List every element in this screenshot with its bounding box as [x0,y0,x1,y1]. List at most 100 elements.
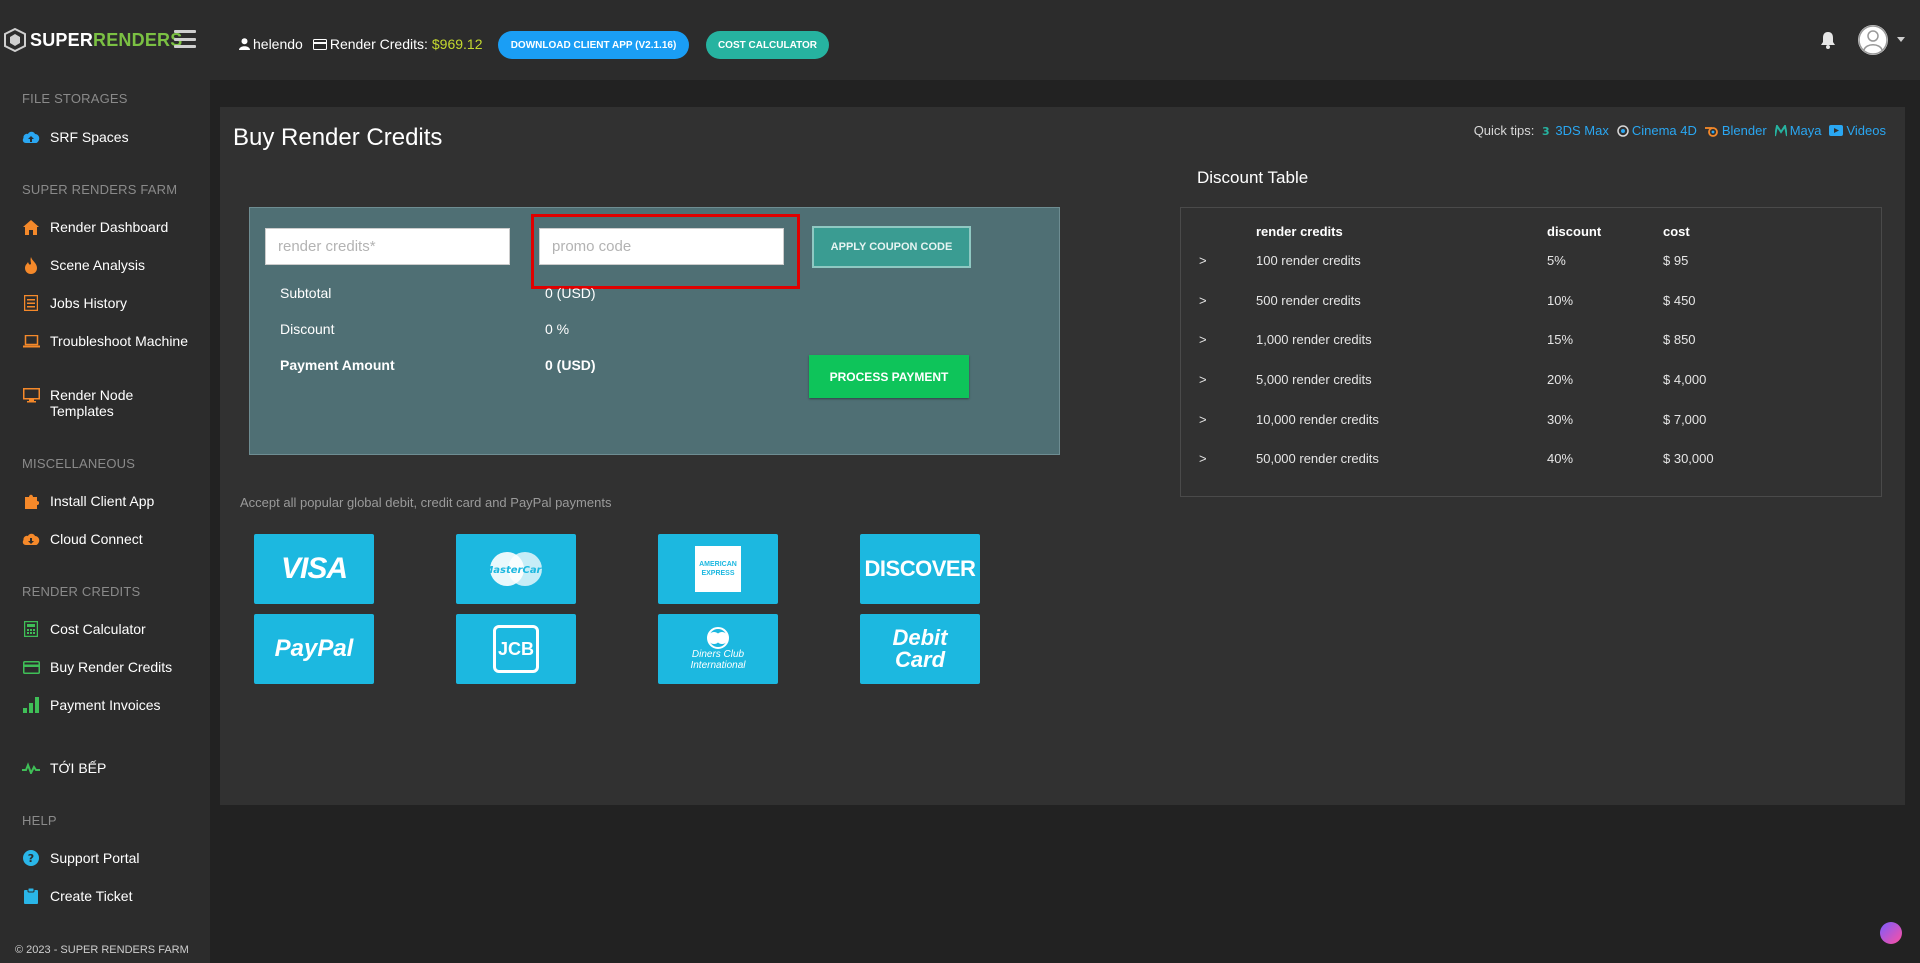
row-credits: 50,000 render credits [1256,451,1379,466]
blender-icon [1704,126,1718,137]
sidebar: FILE STORAGES SRF Spaces SUPER RENDERS F… [0,80,210,963]
puzzle-icon [22,492,40,510]
fire-icon [22,256,40,274]
row-credits: 1,000 render credits [1256,332,1372,347]
sidebar-heading-farm: SUPER RENDERS FARM [22,182,178,197]
paypal-card-logo: PayPal [254,614,374,684]
svg-text:3: 3 [1542,125,1550,137]
page-title: Buy Render Credits [233,124,443,151]
download-client-app-button[interactable]: DOWNLOAD CLIENT APP (V2.1.16) [498,31,689,59]
accepted-payments-text: Accept all popular global debit, credit … [240,495,612,510]
cost-calculator-button[interactable]: COST CALCULATOR [706,31,829,59]
row-discount: 20% [1547,372,1574,387]
username: helendo [253,36,303,52]
row-expand-arrow[interactable]: > [1199,451,1207,466]
cloud-download-icon [22,530,40,548]
cloud-upload-icon [22,128,40,146]
laptop-icon [22,332,40,350]
discount-table-header-cost: cost [1663,224,1690,239]
user-avatar-icon [1858,25,1888,55]
process-payment-button[interactable]: PROCESS PAYMENT [809,355,969,398]
row-cost: $ 850 [1663,332,1696,347]
row-cost: $ 450 [1663,293,1696,308]
apply-coupon-button[interactable]: APPLY COUPON CODE [812,226,971,268]
user-info: helendo Render Credits: $969.12 [239,36,482,52]
3dsmax-icon: 3 [1542,125,1550,137]
quick-tip-3dsmax[interactable]: 3 3DS Max [1542,123,1608,138]
row-expand-arrow[interactable]: > [1199,293,1207,308]
discount-value: 0 % [545,321,570,337]
user-icon [239,38,250,50]
chevron-down-icon[interactable] [1897,37,1905,42]
credit-card-icon [22,658,40,676]
monitor-icon [22,386,40,404]
quick-tip-maya[interactable]: Maya [1774,123,1821,138]
subtotal-value: 0 (USD) [545,285,596,301]
row-expand-arrow[interactable]: > [1199,412,1207,427]
row-expand-arrow[interactable]: > [1199,253,1207,268]
render-credits-input[interactable] [265,228,510,265]
video-icon [1829,125,1844,136]
calculator-icon [22,620,40,638]
cinema4d-icon [1617,124,1629,137]
row-credits: 500 render credits [1256,293,1361,308]
bar-chart-icon [22,696,40,714]
chat-widget-icon[interactable] [1880,922,1902,944]
clipboard-icon [22,887,40,905]
discount-table: render credits discount cost > 100 rende… [1180,207,1882,497]
quick-tips: Quick tips: 3 3DS Max Cinema 4D Blender … [1474,123,1886,138]
sidebar-footer: © 2023 - SUPER RENDERS FARM [15,944,189,956]
quick-tip-cinema4d[interactable]: Cinema 4D [1617,123,1697,138]
discount-table-header-discount: discount [1547,224,1602,239]
discover-card-logo: DISCOVER [860,534,980,604]
svg-text:?: ? [28,852,34,865]
sidebar-heading-misc: MISCELLANEOUS [22,456,136,471]
logo-cube-icon [4,28,26,52]
visa-card-logo: VISA [254,534,374,604]
render-credits-value: $969.12 [431,36,483,52]
render-credits-label: Render Credits: $969.12 [312,36,483,52]
mastercard-logo: MasterCard [456,534,576,604]
menu-toggle-icon[interactable] [174,30,196,48]
payment-amount-label: Payment Amount [280,357,395,373]
row-credits: 5,000 render credits [1256,372,1372,387]
avatar[interactable] [1858,25,1888,55]
subtotal-label: Subtotal [280,285,332,301]
promo-code-input[interactable] [539,228,784,265]
credit-card-icon [312,38,327,50]
row-discount: 30% [1547,412,1574,427]
maya-icon [1774,124,1787,136]
row-cost: $ 7,000 [1663,412,1707,427]
row-cost: $ 30,000 [1663,451,1714,466]
diners-club-card-logo: Diners Club International [658,614,778,684]
amex-card-logo: AMERICAN EXPRESS [658,534,778,604]
discount-table-title: Discount Table [1197,168,1309,187]
diners-club-circles-icon [707,627,729,649]
row-credits: 100 render credits [1256,253,1361,268]
sidebar-heading-render-credits: RENDER CREDITS [22,584,141,599]
payment-amount-value: 0 (USD) [545,357,596,373]
bell-icon[interactable] [1818,30,1838,50]
mastercard-circles-icon: MasterCard [483,552,549,586]
discount-label: Discount [280,321,335,337]
list-icon [22,294,40,312]
main-panel: Buy Render Credits Quick tips: 3 3DS Max… [220,107,1905,805]
quick-tip-videos[interactable]: Videos [1829,123,1886,138]
row-cost: $ 95 [1663,253,1689,268]
row-expand-arrow[interactable]: > [1199,372,1207,387]
pulse-icon [22,759,40,777]
row-credits: 10,000 render credits [1256,412,1379,427]
svg-text:MasterCard: MasterCard [483,565,549,576]
debit-card-logo: Debit Card [860,614,980,684]
home-icon [22,218,40,236]
discount-table-header-credits: render credits [1256,224,1343,239]
row-expand-arrow[interactable]: > [1199,332,1207,347]
quick-tip-blender[interactable]: Blender [1704,123,1767,138]
top-bar: SUPERRENDERS helendo Render Credits: $96… [0,0,1920,80]
logo[interactable]: SUPERRENDERS [4,28,182,52]
logo-text: SUPERRENDERS [30,29,183,50]
row-cost: $ 4,000 [1663,372,1707,387]
sidebar-heading-help: HELP [22,813,57,828]
row-discount: 5% [1547,253,1566,268]
payment-methods: VISA MasterCard AMERICAN EXPRESS DISCOVE… [254,534,980,684]
